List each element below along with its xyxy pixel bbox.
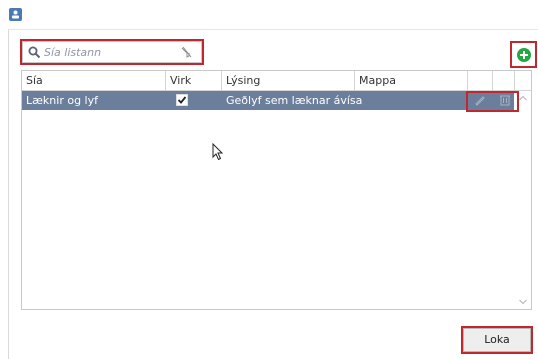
virk-checkbox[interactable] [176,94,188,106]
contact-card-icon [9,8,22,21]
clear-filter-icon[interactable] [180,46,193,59]
cell-lysing: Geðlyf sem læknar ávísa [226,94,363,107]
column-header-delete [493,71,515,90]
cell-mappa [355,91,468,110]
column-header-sia[interactable]: Sía [22,71,166,90]
column-header-edit [468,71,493,90]
add-circle-icon[interactable] [513,44,535,66]
mouse-cursor-icon [212,143,224,161]
delete-icon[interactable] [498,93,512,107]
column-header-virk[interactable]: Virk [166,71,222,90]
table-row[interactable]: Læknir og lyf Geðlyf sem læknar ávísa [22,91,514,110]
title-bar [0,0,538,28]
vertical-scrollbar[interactable] [515,91,531,309]
search-icon [28,46,41,59]
cell-sia: Læknir og lyf [26,94,98,107]
search-input[interactable]: Sía listann [22,41,202,63]
rules-table: Sía Virk Lýsing Mappa Læknir og lyf Geðl… [21,70,532,310]
column-header-mappa[interactable]: Mappa [355,71,468,90]
close-button[interactable]: Loka [463,328,531,352]
column-header-lysing[interactable]: Lýsing [222,71,355,90]
scroll-down-icon[interactable] [519,299,527,305]
search-placeholder: Sía listann [44,46,102,59]
scroll-up-icon[interactable] [519,95,527,101]
edit-icon[interactable] [473,93,487,107]
table-header: Sía Virk Lýsing Mappa [22,71,531,91]
checkmark-icon [177,96,187,104]
